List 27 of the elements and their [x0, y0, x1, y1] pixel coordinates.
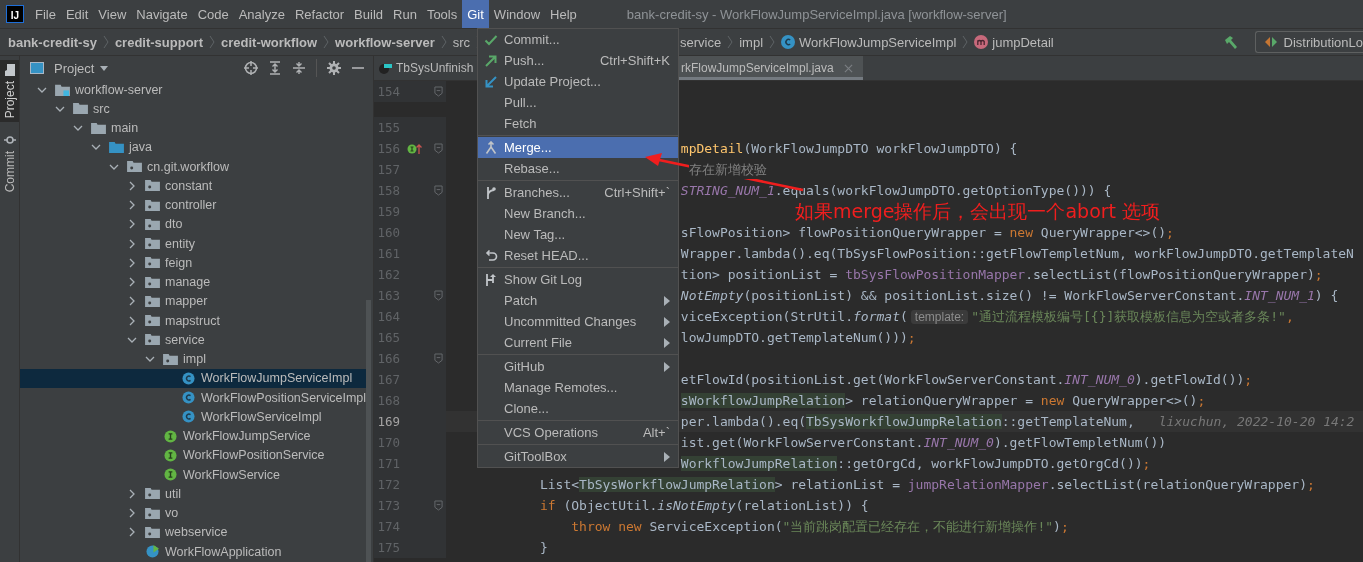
code-text: etFlowId(positionList.get(WorkFlowServerConstant.INT_NUM_0).getFlowId());: [680, 372, 1253, 387]
code-text: throw new ServiceException("当前跳岗配置已经存在，不能进行新增操作!");: [571, 517, 1069, 536]
line-number: 169: [376, 414, 400, 429]
code-text: if (ObjectUtil.isNotEmpty(relationList)) {: [539, 498, 869, 513]
code-text: NotEmpty(positionList) && positionList.size() != WorkFlowServerConstant.INT_NUM_1) {: [680, 288, 1339, 303]
code-text: ist.get(WorkFlowServerConstant.INT_NUM_0).getFlowTempletNum()): [680, 435, 1167, 450]
code-text: }: [539, 540, 548, 555]
parameter-hint: template:: [910, 309, 969, 324]
window-title: bank-credit-sy - WorkFlowJumpServiceImpl.java [workflow-server]: [626, 6, 1007, 22]
shortcut-label: Ctrl+Shift+K: [599, 53, 670, 68]
annotation-text: 如果merge操作后，会出现一个abort 选项: [795, 199, 1161, 224]
shortcut-label: Ctrl+Shift+`: [604, 185, 670, 200]
code-text: tion> positionList = tbSysFlowPositionMapper.selectList(flowPositionQueryWrapper);: [680, 267, 1323, 282]
code-text: sWorkflowJumpRelation> relationQueryWrapper = new QueryWrapper<>();: [680, 393, 1206, 408]
shortcut-label: Alt+`: [642, 425, 670, 440]
blame-annotation: lixuchun, 2022-10-20 14:2: [1158, 414, 1355, 429]
code-comment: 存在新增校验: [688, 160, 767, 179]
code-text: sFlowPosition> flowPositionQueryWrapper = new QueryWrapper<>();: [680, 225, 1174, 240]
code-text: STRING_NUM_1.equals(workFlowJumpDTO.getOptionType())) {: [680, 183, 1112, 198]
code-text: "通过流程模板编号[{}]获取模板信息为空或者多条!",: [971, 307, 1294, 326]
code-text: Wrapper.lambda().eq(TbSysFlowPosition::getFlowTempletNum, workFlowJumpDTO.getTemplateN: [680, 246, 1354, 261]
code-text: viceException(StrUtil.format(: [680, 309, 908, 324]
code-text: per.lambda().eq(TbSysWorkflowJumpRelation::getTemplateNum,: [680, 414, 1135, 429]
code-text: WorkflowJumpRelation::getOrgCd, workFlowJumpDTO.getOrgCd());: [680, 456, 1151, 471]
code-text: List<TbSysWorkflowJumpRelation> relationList = jumpRelationMapper.selectList(relationQueryWrapper);: [539, 477, 1315, 492]
code-text: mpDetail(WorkFlowJumpDTO workFlowJumpDTO) {: [680, 141, 1018, 156]
code-text: lowJumpDTO.getTemplateNum()));: [680, 330, 916, 345]
